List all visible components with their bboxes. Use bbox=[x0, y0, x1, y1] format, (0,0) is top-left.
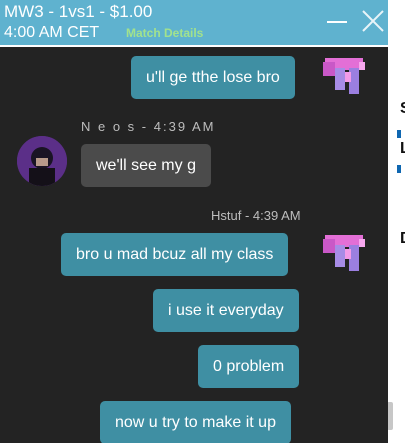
self-avatar-icon bbox=[323, 58, 365, 94]
background-text-fragment: L bbox=[400, 140, 405, 157]
background-accent-bar bbox=[397, 130, 401, 138]
message-bubble-incoming: we'll see my g bbox=[81, 144, 211, 187]
message-bubble-outgoing: bro u mad bcuz all my class bbox=[61, 233, 289, 276]
avatar bbox=[17, 136, 67, 186]
background-text-fragment: S bbox=[400, 100, 405, 118]
background-accent-bar bbox=[397, 165, 401, 173]
message-author: Hstuf - 4:39 AM bbox=[211, 208, 301, 223]
close-icon bbox=[362, 10, 384, 32]
message-bubble-outgoing: now u try to make it up bbox=[100, 401, 291, 443]
match-time: 4:00 AM CET bbox=[4, 24, 100, 41]
message-bubble-outgoing: 0 problem bbox=[198, 345, 300, 388]
author-name: Hstuf bbox=[211, 208, 242, 223]
minimize-button[interactable] bbox=[326, 2, 348, 26]
message-time: 4:39 AM bbox=[153, 119, 216, 134]
user-avatar-icon bbox=[17, 136, 67, 186]
header-divider bbox=[0, 45, 388, 47]
match-details-link[interactable]: Match Details bbox=[126, 26, 203, 40]
author-name: N e o s bbox=[81, 119, 137, 134]
close-button[interactable] bbox=[361, 9, 385, 33]
page: S L D MW3 - 1vs1 - $1.00 4:00 AM CET Mat… bbox=[0, 0, 405, 443]
message-bubble-outgoing: u'll ge tthe lose bro bbox=[131, 56, 295, 99]
chat-window: MW3 - 1vs1 - $1.00 4:00 AM CET Match Det… bbox=[0, 0, 388, 443]
chat-header: MW3 - 1vs1 - $1.00 4:00 AM CET Match Det… bbox=[0, 0, 388, 47]
self-avatar-icon bbox=[323, 235, 365, 271]
message-time: 4:39 AM bbox=[252, 208, 301, 223]
match-title: MW3 - 1vs1 - $1.00 bbox=[4, 2, 153, 21]
message-bubble-outgoing: i use it everyday bbox=[153, 289, 299, 332]
background-text-fragment: D bbox=[400, 230, 405, 248]
message-author: N e o s - 4:39 AM bbox=[81, 119, 216, 134]
